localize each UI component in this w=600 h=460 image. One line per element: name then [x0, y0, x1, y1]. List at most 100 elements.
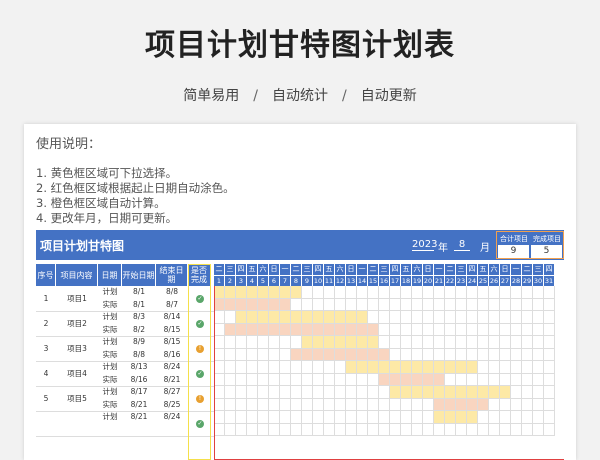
actual-day-cell — [445, 298, 456, 311]
actual-end-date[interactable]: 8/7 — [156, 299, 188, 312]
plan-day-cell — [280, 336, 291, 349]
plan-start-date[interactable]: 8/13 — [122, 361, 156, 374]
actual-end-date[interactable]: 8/21 — [156, 374, 188, 387]
weekday-header: 六 — [412, 264, 423, 275]
actual-day-cell — [280, 398, 291, 411]
plan-day-cell — [533, 311, 544, 324]
actual-day-cell — [423, 423, 434, 436]
done-check-icon[interactable]: ✓ — [196, 294, 204, 303]
actual-day-cell — [489, 323, 500, 336]
actual-day-cell — [467, 348, 478, 361]
actual-day-cell — [247, 398, 258, 411]
plan-day-cell — [225, 411, 236, 424]
year-input[interactable]: 2023 — [412, 239, 437, 251]
plan-day-cell — [335, 361, 346, 374]
actual-day-cell — [522, 423, 533, 436]
plan-day-cell — [434, 361, 445, 374]
plan-day-cell — [324, 336, 335, 349]
actual-day-cell — [379, 298, 390, 311]
plan-end-date[interactable]: 8/8 — [156, 286, 188, 299]
actual-start-date[interactable]: 8/16 — [122, 374, 156, 387]
actual-day-cell — [313, 373, 324, 386]
plan-start-date[interactable]: 8/1 — [122, 286, 156, 299]
plan-end-date[interactable]: 8/15 — [156, 336, 188, 349]
day-number-header: 30 — [533, 275, 544, 286]
plan-end-date[interactable]: 8/14 — [156, 311, 188, 324]
plan-day-cell — [401, 386, 412, 399]
actual-day-cell — [291, 323, 302, 336]
plan-day-cell — [467, 311, 478, 324]
plan-day-cell — [346, 411, 357, 424]
actual-day-cell — [478, 298, 489, 311]
actual-day-cell — [478, 323, 489, 336]
instruction-line-1: 1. 黄色框区域可下拉选择。 — [36, 166, 178, 180]
actual-day-cell — [346, 398, 357, 411]
actual-day-cell — [324, 323, 335, 336]
actual-day-cell — [324, 398, 335, 411]
actual-day-cell — [368, 323, 379, 336]
plan-start-date[interactable]: 8/21 — [122, 411, 156, 424]
plan-day-cell — [324, 411, 335, 424]
actual-start-date[interactable]: 8/2 — [122, 324, 156, 337]
plan-start-date[interactable]: 8/17 — [122, 386, 156, 399]
plan-day-cell — [511, 286, 522, 299]
weekday-header: 三 — [456, 264, 467, 275]
actual-start-date[interactable]: 8/21 — [122, 399, 156, 412]
actual-day-cell — [544, 348, 555, 361]
day-number-header: 20 — [423, 275, 434, 286]
actual-day-cell — [533, 298, 544, 311]
plan-day-cell — [467, 361, 478, 374]
done-check-icon[interactable]: ✓ — [196, 319, 204, 328]
plan-end-date[interactable]: 8/27 — [156, 386, 188, 399]
tag-separator: / — [253, 88, 258, 104]
actual-day-cell — [434, 423, 445, 436]
actual-end-date[interactable]: 8/15 — [156, 324, 188, 337]
day-number-header: 31 — [544, 275, 555, 286]
actual-start-date[interactable]: 8/1 — [122, 299, 156, 312]
actual-day-cell — [335, 398, 346, 411]
day-number-header: 9 — [302, 275, 313, 286]
plan-day-cell — [423, 286, 434, 299]
weekday-header: 五 — [247, 264, 258, 275]
actual-end-date[interactable] — [156, 424, 188, 437]
actual-day-cell — [225, 298, 236, 311]
plan-day-cell — [346, 286, 357, 299]
actual-end-date[interactable]: 8/16 — [156, 349, 188, 362]
plan-day-cell — [357, 411, 368, 424]
plan-end-date[interactable]: 8/24 — [156, 411, 188, 424]
actual-start-date[interactable]: 8/8 — [122, 349, 156, 362]
plan-day-cell — [368, 361, 379, 374]
plan-start-date[interactable]: 8/3 — [122, 311, 156, 324]
plan-day-cell — [522, 311, 533, 324]
actual-day-cell — [522, 348, 533, 361]
plan-day-cell — [445, 386, 456, 399]
plan-end-date[interactable]: 8/24 — [156, 361, 188, 374]
actual-day-cell — [511, 398, 522, 411]
actual-day-cell — [489, 298, 500, 311]
plan-day-cell — [500, 411, 511, 424]
pending-warning-icon[interactable]: ! — [196, 394, 204, 403]
plan-day-cell — [500, 286, 511, 299]
actual-day-cell — [368, 423, 379, 436]
plan-day-cell — [269, 336, 280, 349]
actual-day-cell — [456, 398, 467, 411]
actual-day-cell — [368, 398, 379, 411]
col-header-done: 是否完成 — [188, 264, 211, 286]
actual-day-cell — [379, 423, 390, 436]
total-projects-value: 9 — [498, 245, 529, 258]
weekday-header: 三 — [533, 264, 544, 275]
plan-start-date[interactable]: 8/9 — [122, 336, 156, 349]
plan-day-cell — [522, 386, 533, 399]
actual-end-date[interactable]: 8/25 — [156, 399, 188, 412]
plan-day-cell — [379, 411, 390, 424]
done-check-icon[interactable]: ✓ — [196, 369, 204, 378]
actual-start-date[interactable] — [122, 424, 156, 437]
actual-day-cell — [544, 298, 555, 311]
actual-day-cell — [280, 323, 291, 336]
project-no: 5 — [43, 394, 49, 403]
done-check-icon[interactable]: ✓ — [196, 419, 204, 428]
month-input[interactable]: 8 — [454, 239, 470, 251]
plan-label: 计划 — [102, 287, 118, 296]
project-no: 1 — [43, 294, 49, 303]
pending-warning-icon[interactable]: ! — [196, 344, 204, 353]
